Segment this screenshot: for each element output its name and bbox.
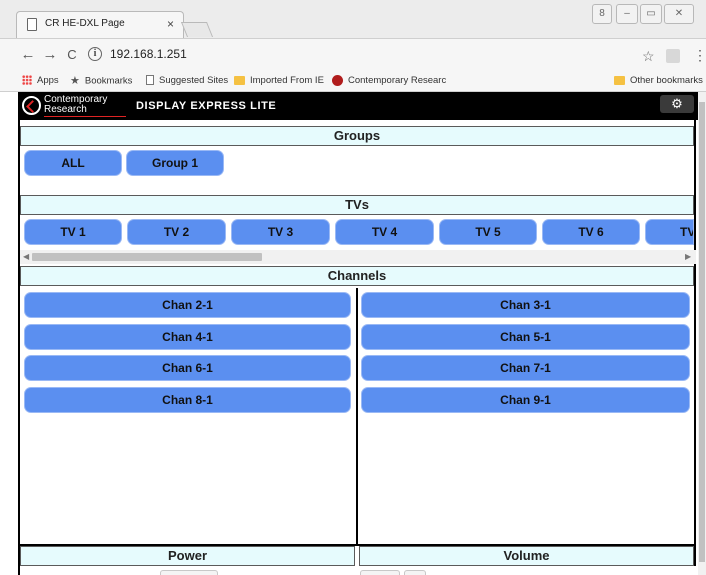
bookmark-label: Suggested Sites <box>159 75 229 86</box>
tv-button[interactable]: TV 1 <box>24 219 122 245</box>
app-header: Contemporary Research DISPLAY EXPRESS LI… <box>18 92 698 120</box>
channel-button[interactable]: Chan 2-1 <box>24 292 351 318</box>
bookmark-label: Bookmarks <box>84 75 133 87</box>
logo-underline <box>44 116 126 117</box>
page-vertical-scrollbar[interactable] <box>698 92 706 575</box>
logo-mark-icon <box>22 96 41 115</box>
bookmark-label: Apps <box>37 75 59 86</box>
scroll-thumb[interactable] <box>699 102 705 562</box>
new-tab-button[interactable] <box>180 22 214 37</box>
power-button[interactable] <box>160 570 218 575</box>
tv-button[interactable]: TV 2 <box>127 219 226 245</box>
back-button[interactable]: ← <box>20 46 36 64</box>
channel-button[interactable]: Chan 4-1 <box>24 324 351 350</box>
group-button-group-1[interactable]: Group 1 <box>126 150 224 176</box>
channels-header: Channels <box>20 266 694 286</box>
tv-button[interactable]: TV 4 <box>335 219 434 245</box>
minimize-button[interactable]: – <box>616 4 638 24</box>
tvs-header: TVs <box>20 195 694 215</box>
browser-menu-icon[interactable]: ⋮ <box>693 47 706 63</box>
bookmarks-bar: Apps ★ Bookmarks Suggested Sites Imported… <box>0 70 706 92</box>
volume-up-button[interactable] <box>404 570 426 575</box>
folder-icon <box>234 75 245 85</box>
browser-tab[interactable]: CR HE-DXL Page × <box>16 11 184 38</box>
star-icon: ★ <box>70 75 80 87</box>
bookmark-contemporary-research[interactable]: Contemporary Researc <box>332 74 446 88</box>
volume-header: Volume <box>359 546 694 566</box>
channels-column-divider <box>356 288 358 545</box>
scroll-right-arrow-icon[interactable]: ▶ <box>685 251 691 263</box>
group-button-all[interactable]: ALL <box>24 150 122 176</box>
bookmark-apps[interactable]: Apps <box>22 74 59 88</box>
volume-down-button[interactable] <box>360 570 400 575</box>
profile-icon[interactable]: 8 <box>592 4 612 24</box>
bookmark-label: Imported From IE <box>250 75 324 86</box>
tv-button[interactable]: TV <box>645 219 694 245</box>
channel-button[interactable]: Chan 3-1 <box>361 292 690 318</box>
bookmark-imported-from-ie[interactable]: Imported From IE <box>234 74 324 88</box>
info-icon[interactable]: i <box>88 47 102 61</box>
brand-logo: Contemporary Research <box>22 95 142 117</box>
reload-button[interactable]: C <box>64 46 80 64</box>
tv-button[interactable]: TV 6 <box>542 219 640 245</box>
bookmark-star-icon[interactable]: ☆ <box>642 49 655 63</box>
scroll-left-arrow-icon[interactable]: ◀ <box>23 251 29 263</box>
brand-line2: Research <box>44 104 87 115</box>
browser-titlebar: CR HE-DXL Page × 8 – ▭ ✕ <box>0 0 706 38</box>
controls-row <box>20 566 696 575</box>
scroll-thumb[interactable] <box>32 253 262 261</box>
forward-button[interactable]: → <box>42 46 58 64</box>
browser-toolbar: ← → C i 192.168.1.251 ☆ ⋮ <box>0 38 706 70</box>
bookmark-label: Contemporary Researc <box>348 75 447 86</box>
maximize-button[interactable]: ▭ <box>640 4 662 24</box>
apps-icon <box>22 75 32 86</box>
tab-title: CR HE-DXL Page <box>45 18 125 29</box>
address-bar[interactable]: i 192.168.1.251 <box>88 44 658 66</box>
page-icon <box>146 75 154 86</box>
close-window-button[interactable]: ✕ <box>664 4 694 24</box>
url-text[interactable]: 192.168.1.251 <box>110 47 187 61</box>
tv-button[interactable]: TV 3 <box>231 219 330 245</box>
groups-header: Groups <box>20 126 694 146</box>
channel-button[interactable]: Chan 9-1 <box>361 387 690 413</box>
channel-button[interactable]: Chan 6-1 <box>24 355 351 381</box>
window-controls: 8 – ▭ ✕ <box>590 4 700 26</box>
tv-horizontal-scrollbar[interactable]: ◀ ▶ <box>20 250 696 264</box>
channel-button[interactable]: Chan 7-1 <box>361 355 690 381</box>
close-tab-icon[interactable]: × <box>167 16 174 32</box>
bookmark-label: Other bookmarks <box>630 75 703 86</box>
bookmark-suggested-sites[interactable]: Suggested Sites <box>146 74 228 88</box>
tv-button[interactable]: TV 5 <box>439 219 537 245</box>
bookmark-other-bookmarks[interactable]: Other bookmarks <box>614 74 703 88</box>
app-title: DISPLAY EXPRESS LITE <box>136 100 277 112</box>
power-header: Power <box>20 546 355 566</box>
bookmark-bookmarks[interactable]: ★ Bookmarks <box>70 74 132 88</box>
settings-gear-icon[interactable]: ⚙ <box>660 95 694 113</box>
folder-icon <box>614 75 625 85</box>
channel-button[interactable]: Chan 5-1 <box>361 324 690 350</box>
page-icon <box>27 18 37 31</box>
extension-icon[interactable] <box>666 49 680 63</box>
contemporary-research-icon <box>332 74 343 86</box>
channel-button[interactable]: Chan 8-1 <box>24 387 351 413</box>
